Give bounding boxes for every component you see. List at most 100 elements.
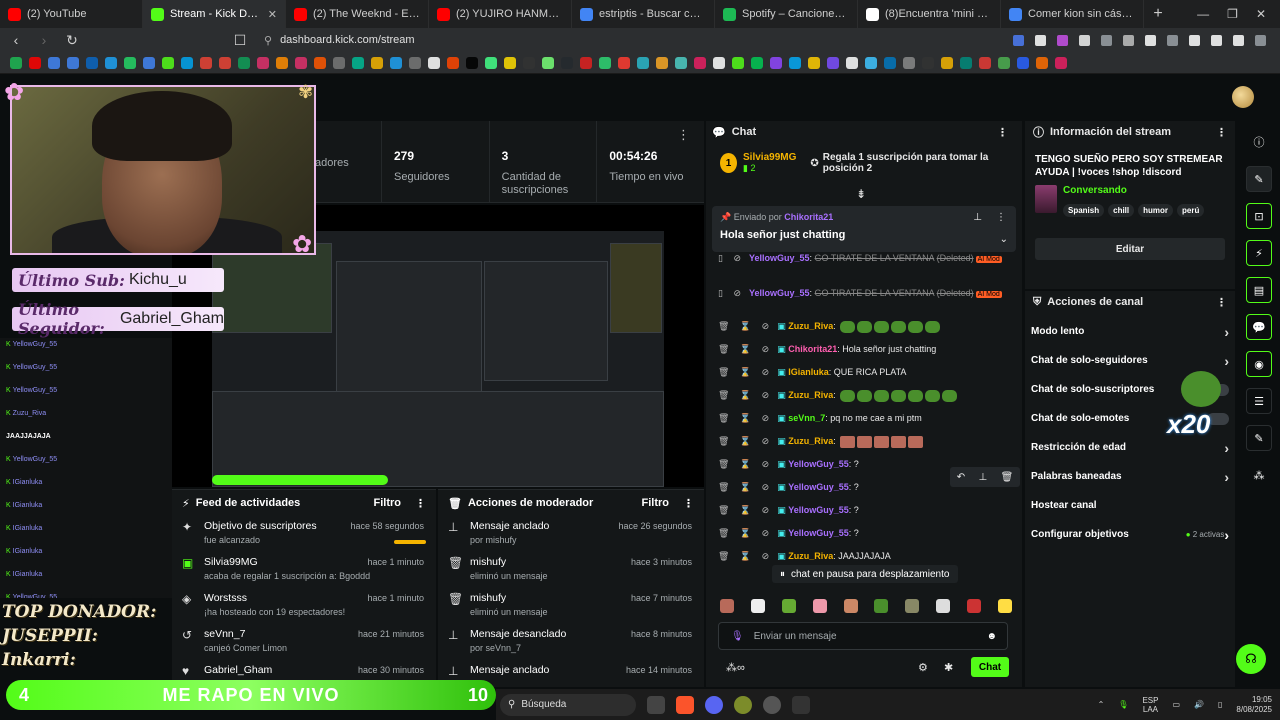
quick-emote[interactable] <box>720 599 734 613</box>
bookmark-icon[interactable] <box>618 56 630 69</box>
quick-emote[interactable] <box>905 599 920 613</box>
send-chat-button[interactable]: Chat <box>971 657 1009 677</box>
bookmark-icon[interactable] <box>352 56 364 69</box>
bookmark-icon[interactable] <box>371 56 383 69</box>
close-window-icon[interactable]: ✕ <box>1256 7 1266 21</box>
chat-message[interactable]: 🗑 ⌛ ⊘ ▣ Zuzu_Riva: <box>718 320 1014 333</box>
bookmark-icon[interactable] <box>903 56 915 69</box>
tray-chevron-icon[interactable]: ⌃ <box>1098 700 1105 709</box>
notes-tool-icon[interactable]: ▤ <box>1246 277 1272 303</box>
mic-icon[interactable]: 🎙 <box>731 631 744 642</box>
bookmark-icon[interactable] <box>542 56 554 69</box>
bookmark-icon[interactable] <box>504 56 516 69</box>
feed-menu-icon[interactable]: ⋮ <box>415 497 426 510</box>
quick-emote[interactable] <box>997 599 1012 613</box>
bookmark-icon[interactable] <box>10 56 22 69</box>
forward-icon[interactable]: › <box>36 32 52 48</box>
chat-message[interactable]: ▯ ⊘ YellowGuy_55: GO TIRATE DE LA VENTANA… <box>718 252 1014 266</box>
tab-5[interactable]: Spotify – Canciones que te gus... <box>715 0 858 28</box>
tab-6[interactable]: (8)Encuentra 'mini mini' en Tik... <box>858 0 1001 28</box>
feed-item[interactable]: ◈ Worstsss ¡ha hosteado con 19 espectadore… <box>172 588 436 624</box>
feed-item[interactable]: ✦ Objetivo de suscriptores fue alcanzado ha… <box>172 516 436 552</box>
stats-menu-icon[interactable]: ⋮ <box>677 127 690 143</box>
chat-menu-icon[interactable]: ⋮ <box>997 126 1008 139</box>
channel-action-row[interactable]: Configurar objetivos ● 2 activas › <box>1025 520 1235 549</box>
mod-tools-icon[interactable]: 🗑 ⌛ ⊘ <box>718 505 773 515</box>
channel-action-row[interactable]: Modo lento › <box>1025 317 1235 346</box>
minimize-icon[interactable]: — <box>1197 7 1209 21</box>
bookmark-icon[interactable] <box>200 56 212 69</box>
mic-tray-icon[interactable]: 🎙 <box>1118 700 1128 709</box>
bookmark-icon[interactable]: ☐ <box>232 32 248 49</box>
bookmark-icon[interactable] <box>238 56 250 69</box>
stream-category[interactable]: Conversando <box>1063 185 1208 196</box>
channel-actions-menu-icon[interactable]: ⋮ <box>1216 296 1227 309</box>
bookmark-icon[interactable] <box>143 56 155 69</box>
bookmark-icon[interactable] <box>808 56 820 69</box>
collapse-goal-icon[interactable]: ⇟ <box>856 187 866 201</box>
reload-icon[interactable]: ↻ <box>64 32 80 49</box>
bookmark-icon[interactable] <box>466 56 478 69</box>
pinned-menu-icon[interactable]: ⋮ <box>996 212 1006 223</box>
audio-app-icon[interactable] <box>792 695 810 714</box>
bookmark-icon[interactable] <box>998 56 1010 69</box>
mod-tools-icon[interactable]: 🗑 ⌛ ⊘ <box>718 482 773 492</box>
bookmark-icon[interactable] <box>390 56 402 69</box>
quick-emote[interactable] <box>781 599 796 613</box>
sub-goal-banner[interactable]: 1 Silvia99MG ▮ 2 ✪ Regala 1 suscripción pa… <box>706 143 1022 183</box>
mod-menu-icon[interactable]: ⋮ <box>683 497 694 510</box>
category-thumbnail[interactable] <box>1035 185 1057 213</box>
chat-message[interactable]: 🗑 ⌛ ⊘ ▣ YellowGuy_55: ? <box>718 504 1014 516</box>
bookmark-icon[interactable] <box>428 56 440 69</box>
chevron-down-icon[interactable]: ⌄ <box>1000 234 1008 245</box>
user-avatar[interactable] <box>1232 86 1254 108</box>
stack-tool-icon[interactable]: ☰ <box>1246 388 1272 414</box>
info-tool-icon[interactable]: ⓘ <box>1246 129 1272 155</box>
chat-message[interactable]: 🗑 ⌛ ⊘ ▣ YellowGuy_55: ? <box>718 527 1014 539</box>
broadcast-tool-icon[interactable]: ◉ <box>1246 351 1272 377</box>
tab-4[interactable]: estriptis - Buscar con Google <box>572 0 715 28</box>
bookmark-icon[interactable] <box>884 56 896 69</box>
bookmark-icon[interactable] <box>713 56 725 69</box>
tab-7[interactable]: Comer kion sin cáscara <box>1001 0 1144 28</box>
bookmark-icon[interactable] <box>941 56 953 69</box>
extension-icon[interactable] <box>1035 34 1046 46</box>
chat-input[interactable]: 🎙 Enviar un mensaje ☻ <box>718 622 1008 650</box>
brave-icon[interactable] <box>676 695 694 714</box>
language-indicator[interactable]: ESP LAA <box>1142 696 1158 714</box>
task-view-icon[interactable] <box>647 695 665 714</box>
bookmark-icon[interactable] <box>827 56 839 69</box>
bookmark-icon[interactable] <box>694 56 706 69</box>
close-tab-icon[interactable]: ✕ <box>268 8 277 21</box>
maximize-icon[interactable]: ❐ <box>1227 7 1238 21</box>
extension-icon[interactable] <box>1101 34 1112 46</box>
site-info-icon[interactable]: ⚲ <box>264 34 272 47</box>
feed-item[interactable]: ▣ Silvia99MG acaba de regalar 1 suscripció… <box>172 552 436 588</box>
bookmark-icon[interactable] <box>751 56 763 69</box>
extension-icon[interactable] <box>1233 34 1244 46</box>
bookmark-icon[interactable] <box>314 56 326 69</box>
chat-message[interactable]: 🗑 ⌛ ⊘ ▣ Zuzu_Riva: <box>718 389 1014 402</box>
quick-emote[interactable] <box>874 599 889 613</box>
quick-emote[interactable] <box>967 599 981 613</box>
bookmark-icon[interactable] <box>770 56 782 69</box>
extension-icon[interactable] <box>1145 34 1156 46</box>
bookmark-icon[interactable] <box>1017 56 1029 69</box>
bookmark-icon[interactable] <box>561 56 573 69</box>
channel-action-row[interactable]: Hostear canal <box>1025 491 1235 520</box>
mod-tools-icon[interactable]: 🗑 ⌛ ⊘ <box>718 390 773 400</box>
volume-icon[interactable]: 🔊 <box>1194 700 1204 709</box>
mod-filter-button[interactable]: Filtro <box>642 497 670 509</box>
feed-filter-button[interactable]: Filtro <box>374 497 402 509</box>
wrench-tool-icon[interactable]: ✎ <box>1246 425 1272 451</box>
extension-icon[interactable] <box>1013 34 1024 46</box>
edit-stream-button[interactable]: Editar <box>1035 238 1225 260</box>
pin-message-icon[interactable]: ⊥ <box>978 472 987 483</box>
tab-1[interactable]: Stream - Kick Dashboard ✕ <box>143 0 286 28</box>
bookmark-icon[interactable] <box>960 56 972 69</box>
emoji-icon[interactable]: ☻ <box>986 631 997 642</box>
bookmark-icon[interactable] <box>922 56 934 69</box>
bookmark-icon[interactable] <box>48 56 60 69</box>
mod-tools-icon[interactable]: 🗑 ⌛ ⊘ <box>718 459 773 469</box>
bookmark-icon[interactable] <box>181 56 193 69</box>
